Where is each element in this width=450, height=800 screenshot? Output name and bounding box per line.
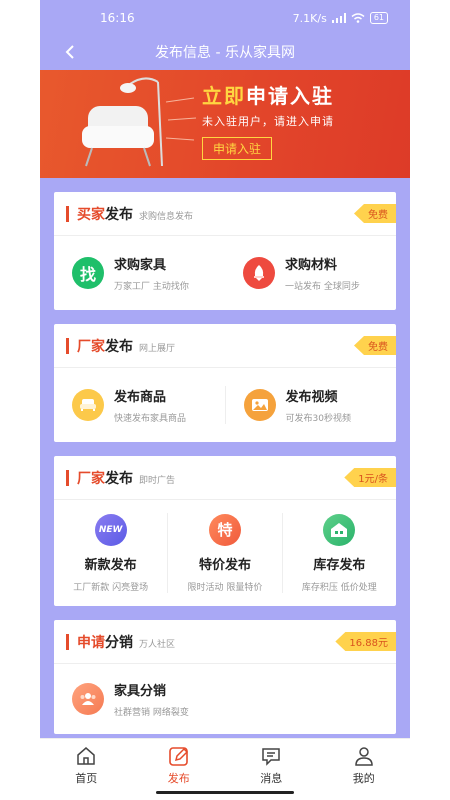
buyer-publish-card: 买家发布 求购信息发布 免费 找 求购家具 万家工厂 主动找你 求购材料 一站发… xyxy=(54,192,396,310)
card-title: 申请分销 xyxy=(77,634,133,651)
buy-material-item[interactable]: 求购材料 一站发布 全球同步 xyxy=(225,254,396,292)
card-header: 买家发布 求购信息发布 免费 xyxy=(54,192,396,236)
tab-label: 发布 xyxy=(167,772,190,785)
furniture-distribution-item[interactable]: 家具分销 社群营销 网络裂变 xyxy=(54,664,396,734)
item-title: 家具分销 xyxy=(114,684,167,699)
group-icon xyxy=(72,683,104,715)
tab-label: 首页 xyxy=(75,772,98,785)
card-subtitle: 即时广告 xyxy=(139,475,176,486)
card-header: 申请分销 万人社区 16.88元 xyxy=(54,620,396,664)
item-desc: 社群营销 网络裂变 xyxy=(114,708,189,718)
card-header: 厂家发布 即时广告 1元/条 xyxy=(54,456,396,500)
signal-icon xyxy=(331,13,346,23)
warehouse-icon xyxy=(323,513,356,546)
edit-icon xyxy=(168,747,188,766)
wifi-icon xyxy=(351,13,365,23)
factory-showroom-card: 厂家发布 网上展厅 免费 发布商品 快速发布家具商品 发布视频 可发布30秒视频 xyxy=(54,324,396,442)
price-tag: 免费 xyxy=(354,336,396,355)
item-desc: 库存积压 低价处理 xyxy=(301,582,377,593)
tab-profile[interactable]: 我的 xyxy=(318,739,411,800)
card-subtitle: 网上展厅 xyxy=(139,343,176,354)
distribution-card: 申请分销 万人社区 16.88元 家具分销 社群营销 网络裂变 xyxy=(54,620,396,734)
phone-screen: 16:16 7.1K/s 61 发布信息 - 乐从家具网 立即申请入驻 未入驻用… xyxy=(40,0,410,800)
item-desc: 一站发布 全球同步 xyxy=(285,282,360,292)
card-subtitle: 万人社区 xyxy=(139,639,176,650)
armchair-lamp-illustration xyxy=(82,77,197,167)
item-title: 库存发布 xyxy=(313,557,366,573)
sofa-icon xyxy=(72,389,104,421)
item-desc: 可发布30秒视频 xyxy=(285,414,351,424)
page-title: 发布信息 - 乐从家具网 xyxy=(155,45,295,61)
back-button[interactable] xyxy=(58,40,82,64)
item-title: 新款发布 xyxy=(84,557,137,573)
publish-video-item[interactable]: 发布视频 可发布30秒视频 xyxy=(224,386,397,424)
new-release-item[interactable]: NEW 新款发布 工厂新款 闪亮登场 xyxy=(54,513,167,593)
message-icon xyxy=(262,748,280,766)
banner-subtitle: 未入驻用户，请进入申请 xyxy=(202,115,334,128)
tab-home[interactable]: 首页 xyxy=(40,739,133,800)
item-title: 发布商品 xyxy=(114,390,167,405)
item-desc: 工厂新款 闪亮登场 xyxy=(73,582,149,593)
status-time: 16:16 xyxy=(100,11,135,25)
home-icon xyxy=(77,747,95,765)
price-tag: 免费 xyxy=(354,204,396,223)
user-icon xyxy=(354,747,373,766)
item-desc: 限时活动 限量特价 xyxy=(187,582,263,593)
rocket-icon xyxy=(243,257,275,289)
accent-bar xyxy=(66,633,69,650)
card-subtitle: 求购信息发布 xyxy=(139,211,194,222)
card-title: 厂家发布 xyxy=(77,470,133,487)
home-indicator xyxy=(156,791,294,794)
content-area: 买家发布 求购信息发布 免费 找 求购家具 万家工厂 主动找你 求购材料 一站发… xyxy=(40,178,410,734)
chevron-left-icon xyxy=(65,45,74,59)
price-tag: 16.88元 xyxy=(335,632,396,651)
network-speed: 7.1K/s xyxy=(292,11,327,25)
card-title: 厂家发布 xyxy=(77,338,133,355)
factory-ads-card: 厂家发布 即时广告 1元/条 NEW 新款发布 工厂新款 闪亮登场 特 特价发布… xyxy=(54,456,396,606)
item-desc: 万家工厂 主动找你 xyxy=(114,282,189,292)
card-title: 买家发布 xyxy=(77,206,133,223)
item-title: 发布视频 xyxy=(285,390,338,405)
apply-button[interactable]: 申请入驻 xyxy=(202,137,273,160)
item-title: 求购家具 xyxy=(114,258,167,273)
item-desc: 快速发布家具商品 xyxy=(114,414,187,424)
bottom-tab-bar: 首页 发布 消息 我的 xyxy=(40,738,410,800)
status-indicators: 7.1K/s 61 xyxy=(293,12,388,25)
publish-product-item[interactable]: 发布商品 快速发布家具商品 xyxy=(54,386,225,424)
buy-furniture-item[interactable]: 找 求购家具 万家工厂 主动找你 xyxy=(54,254,225,292)
banner-text: 立即申请入驻 未入驻用户，请进入申请 申请入驻 xyxy=(202,80,402,160)
price-tag: 1元/条 xyxy=(344,468,396,487)
card-header: 厂家发布 网上展厅 免费 xyxy=(54,324,396,368)
accent-bar xyxy=(66,469,69,486)
banner-headline: 立即申请入驻 xyxy=(202,84,334,108)
battery-indicator: 61 xyxy=(369,12,388,24)
find-icon: 找 xyxy=(72,257,104,289)
item-title: 特价发布 xyxy=(198,557,251,573)
status-bar: 16:16 7.1K/s 61 xyxy=(40,0,410,36)
apply-banner[interactable]: 立即申请入驻 未入驻用户，请进入申请 申请入驻 xyxy=(40,70,410,178)
special-price-icon: 特 xyxy=(208,513,241,546)
special-price-item[interactable]: 特 特价发布 限时活动 限量特价 xyxy=(167,513,281,593)
inventory-item[interactable]: 库存发布 库存积压 低价处理 xyxy=(281,513,396,593)
tab-label: 我的 xyxy=(352,772,375,785)
accent-bar xyxy=(66,205,69,222)
new-badge-icon: NEW xyxy=(94,513,127,546)
nav-bar: 发布信息 - 乐从家具网 xyxy=(40,36,410,68)
tab-label: 消息 xyxy=(260,772,283,785)
accent-bar xyxy=(66,337,69,354)
item-title: 求购材料 xyxy=(285,258,338,273)
image-icon xyxy=(243,389,276,421)
